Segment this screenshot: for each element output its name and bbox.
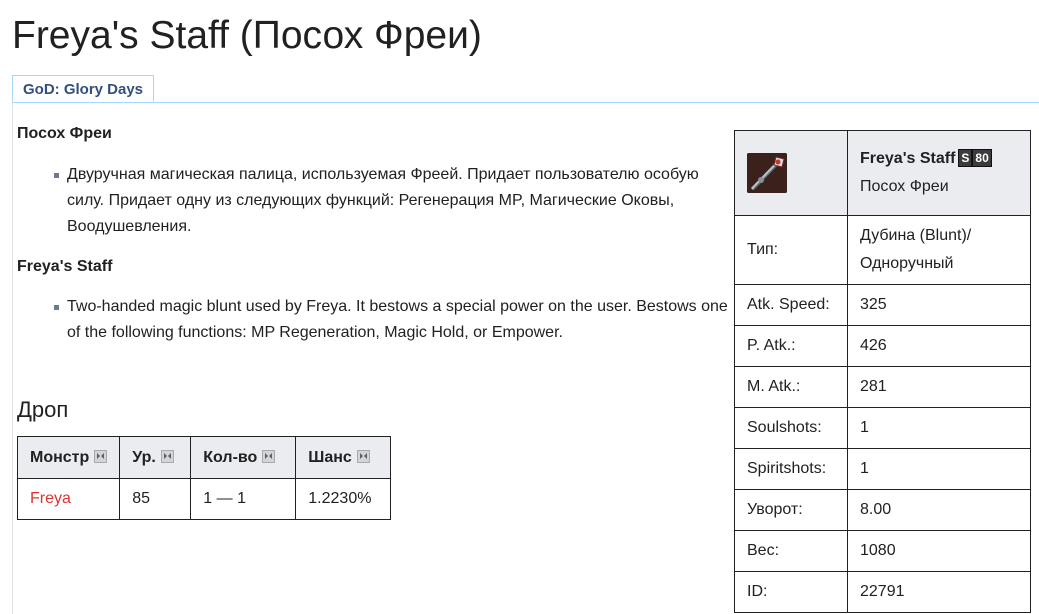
grade-level-badge: 80 — [972, 149, 992, 167]
infobox-row: M. Atk.: 281 — [734, 366, 1031, 408]
description-text-ru: Двуручная магическая палица, используема… — [54, 162, 735, 240]
grade-badge: S — [958, 149, 973, 167]
infobox-label: Soulshots: — [734, 407, 848, 449]
column-header-monster[interactable]: Монстр — [16, 436, 121, 479]
infobox-icon-cell — [734, 130, 848, 216]
infobox-row: Atk. Speed: 325 — [734, 284, 1031, 326]
infobox-value: 22791 — [847, 571, 1031, 613]
infobox-label: Тип: — [734, 215, 848, 285]
infobox-value: 281 — [847, 366, 1031, 408]
column-label-monster: Монстр — [30, 448, 90, 466]
level-cell: 85 — [119, 478, 192, 520]
infobox-title-cell: Freya's Staff S 80 Посох Фреи — [847, 130, 1031, 216]
infobox-row: P. Atk.: 426 — [734, 325, 1031, 367]
item-name-ru: Посох Фреи — [860, 178, 949, 195]
monster-link[interactable]: Freya — [30, 490, 71, 507]
item-infobox: Freya's Staff S 80 Посох Фреи Тип: Дубина … — [734, 130, 1031, 613]
infobox-value: 426 — [847, 325, 1031, 367]
infobox-row: ID: 22791 — [734, 571, 1031, 613]
infobox-row: Вес: 1080 — [734, 530, 1031, 572]
drop-table: Монстр Ур. Кол-во Шанс Freya 85 1 — 1 1.… — [16, 436, 392, 520]
tab-god-glory-days[interactable]: GoD: Glory Days — [12, 75, 155, 102]
tab-bar: GoD: Glory Days — [12, 75, 1039, 103]
drop-heading: Дроп — [17, 397, 69, 422]
description-heading-en: Freya's Staff — [17, 258, 113, 275]
table-row: Freya 85 1 — 1 1.2230% — [16, 478, 392, 520]
infobox-value: 1 — [847, 407, 1031, 449]
infobox-row-type: Тип: Дубина (Blunt)/ Одноручный — [734, 215, 1031, 285]
infobox-row: Spiritshots: 1 — [734, 448, 1031, 490]
infobox-label: M. Atk.: — [734, 366, 848, 408]
infobox-value: 8.00 — [847, 489, 1031, 531]
infobox-label: Вес: — [734, 530, 848, 572]
drop-table-header: Монстр Ур. Кол-во Шанс — [16, 436, 392, 479]
infobox-label: Spiritshots: — [734, 448, 848, 490]
infobox-label: Уворот: — [734, 489, 848, 531]
infobox-value: 1 — [847, 448, 1031, 490]
infobox-label: P. Atk.: — [734, 325, 848, 367]
column-label-chance: Шанс — [308, 448, 352, 466]
staff-icon — [747, 153, 787, 193]
sort-icon[interactable] — [356, 449, 370, 463]
chance-cell: 1.2230% — [295, 478, 392, 520]
column-header-chance[interactable]: Шанс — [295, 436, 392, 479]
monster-cell: Freya — [16, 478, 121, 520]
description-heading-ru: Посох Фреи — [17, 125, 112, 142]
sort-icon[interactable] — [262, 449, 276, 463]
sort-icon[interactable] — [94, 449, 108, 463]
infobox-label: ID: — [734, 571, 848, 613]
infobox-value: 1080 — [847, 530, 1031, 572]
infobox-header: Freya's Staff S 80 Посох Фреи — [734, 130, 1031, 216]
column-label-level: Ур. — [132, 448, 156, 466]
sort-icon[interactable] — [160, 449, 174, 463]
quantity-cell: 1 — 1 — [190, 478, 297, 520]
column-header-quantity[interactable]: Кол-во — [190, 436, 297, 479]
item-name-en: Freya's Staff — [860, 150, 956, 167]
infobox-row: Soulshots: 1 — [734, 407, 1031, 449]
infobox-title-line: Freya's Staff S 80 — [860, 145, 1018, 173]
infobox-label: Atk. Speed: — [734, 284, 848, 326]
infobox-value: 325 — [847, 284, 1031, 326]
column-label-quantity: Кол-во — [203, 448, 258, 466]
infobox-value: Дубина (Blunt)/ Одноручный — [847, 215, 1031, 285]
description-text-en: Two-handed magic blunt used by Freya. It… — [54, 294, 735, 346]
page-title: Freya's Staff (Посох Фреи) — [12, 14, 482, 57]
infobox-row: Уворот: 8.00 — [734, 489, 1031, 531]
column-header-level[interactable]: Ур. — [119, 436, 192, 479]
